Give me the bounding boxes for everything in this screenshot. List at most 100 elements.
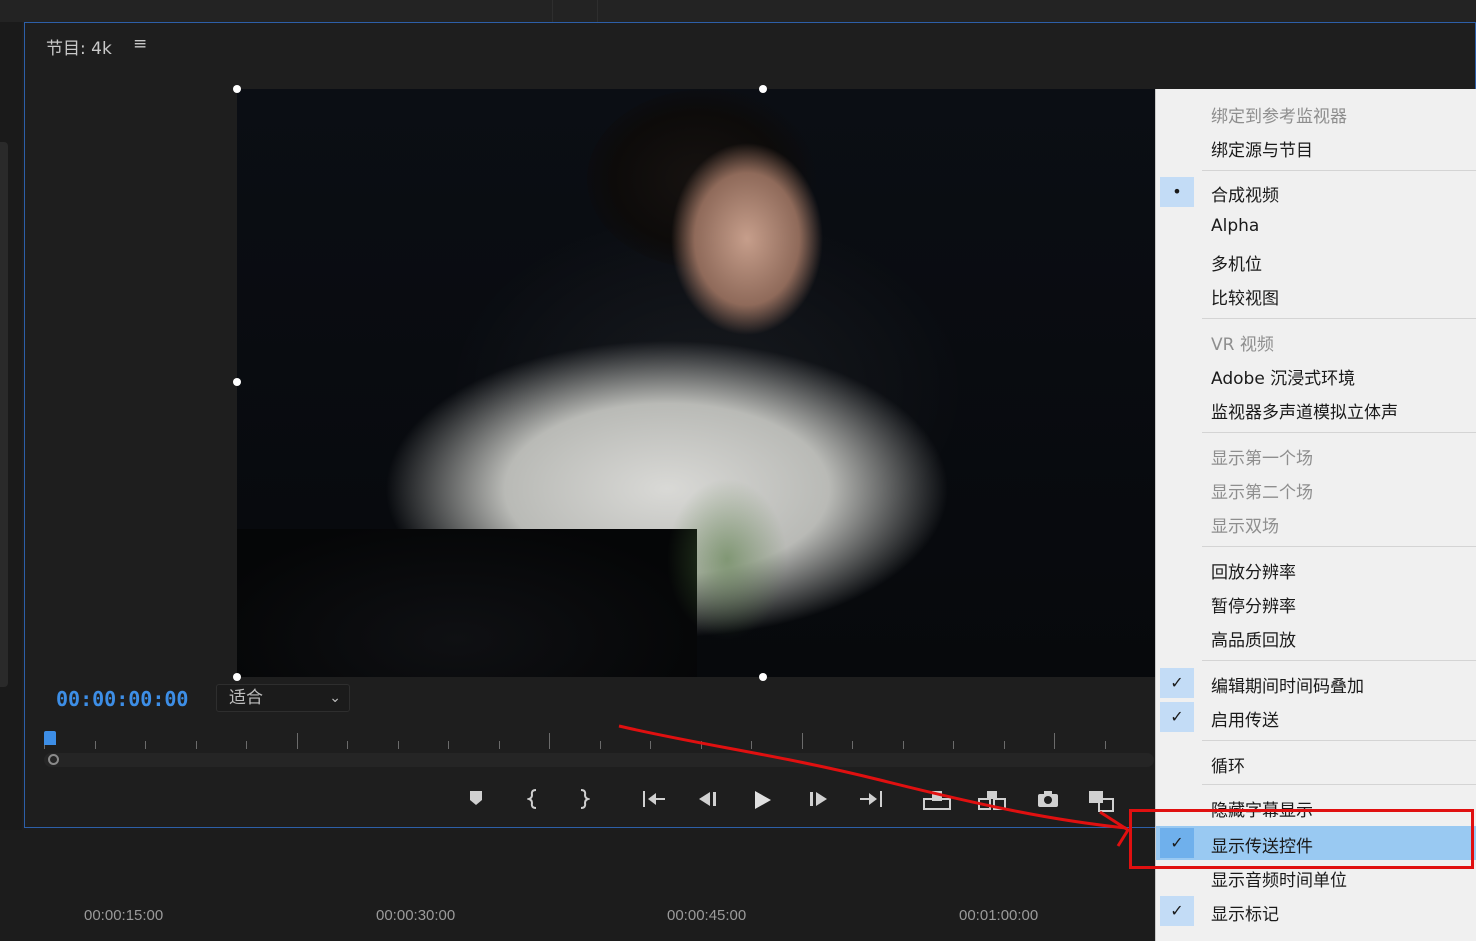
transform-handle[interactable] xyxy=(233,378,241,386)
menu-item-label: 合成视频 xyxy=(1211,186,1279,206)
panel-title[interactable]: 节目: 4k xyxy=(46,34,112,59)
ruler-tick xyxy=(498,741,500,749)
panel-resize-handle[interactable] xyxy=(0,142,8,687)
playhead-timecode[interactable]: 00:00:00:00 xyxy=(56,687,188,711)
menu-item[interactable]: Adobe 沉浸式环境 xyxy=(1156,358,1476,392)
mark-in-button[interactable] xyxy=(519,785,549,813)
menu-item[interactable]: • 合成视频 xyxy=(1156,175,1476,209)
menu-item: VR 视频 xyxy=(1156,324,1476,358)
comparison-view-button[interactable] xyxy=(1087,785,1117,813)
ruler-tick xyxy=(549,733,550,749)
menu-separator xyxy=(1202,740,1476,741)
mark-out-button[interactable] xyxy=(568,785,598,813)
video-content xyxy=(632,104,832,364)
checkmark-icon: ✓ xyxy=(1160,668,1194,698)
go-to-in-icon xyxy=(643,791,665,807)
menu-item[interactable]: 回放分辨率 xyxy=(1156,552,1476,586)
transform-handle[interactable] xyxy=(759,673,767,681)
menu-item[interactable]: 绑定源与节目 xyxy=(1156,130,1476,164)
top-strip-segment xyxy=(553,0,598,22)
zoom-fit-select[interactable]: 适合 ⌄ xyxy=(216,684,350,712)
menu-separator xyxy=(1202,170,1476,171)
menu-item-label: 绑定到参考监视器 xyxy=(1211,107,1347,127)
menu-item-label: Alpha xyxy=(1211,216,1260,236)
menu-item: 显示第一个场 xyxy=(1156,438,1476,472)
playhead-marker[interactable] xyxy=(44,731,56,745)
ruler-tick xyxy=(902,741,904,749)
extract-button[interactable] xyxy=(977,785,1007,813)
menu-item-label: 绑定源与节目 xyxy=(1211,141,1313,161)
menu-item[interactable]: 监视器多声道模拟立体声 xyxy=(1156,392,1476,426)
menu-item[interactable]: 高品质回放 xyxy=(1156,620,1476,654)
step-forward-button[interactable] xyxy=(803,785,833,813)
menu-item[interactable]: ✓ 启用传送 xyxy=(1156,700,1476,734)
video-frame[interactable] xyxy=(237,89,1157,677)
ruler-tick xyxy=(599,741,601,749)
play-button[interactable] xyxy=(747,785,777,813)
extract-icon xyxy=(978,791,1006,810)
zoom-fit-label: 适合 xyxy=(229,688,263,708)
menu-item[interactable]: 多机位 xyxy=(1156,244,1476,278)
menu-separator xyxy=(1202,546,1476,547)
menu-item[interactable]: 循环 xyxy=(1156,746,1476,780)
menu-item: 显示双场 xyxy=(1156,506,1476,540)
camera-icon xyxy=(1038,791,1058,807)
menu-item[interactable]: ✓ 显示标记 xyxy=(1156,894,1476,928)
menu-item[interactable]: Alpha xyxy=(1156,210,1476,244)
menu-item: 绑定到参考监视器 xyxy=(1156,96,1476,130)
menu-separator xyxy=(1202,660,1476,661)
lift-icon xyxy=(923,791,951,810)
menu-item-label: 显示音频时间单位 xyxy=(1211,871,1347,891)
go-to-out-button[interactable] xyxy=(856,785,886,813)
ruler-tick xyxy=(448,741,449,749)
go-to-out-icon xyxy=(860,791,882,807)
menu-separator xyxy=(1202,318,1476,319)
step-back-icon xyxy=(699,792,716,806)
timeline-label: 00:00:45:00 xyxy=(667,907,747,924)
menu-separator xyxy=(1202,784,1476,785)
ruler-tick xyxy=(1003,741,1005,749)
menu-item-label: 启用传送 xyxy=(1211,711,1279,731)
lift-button[interactable] xyxy=(922,785,952,813)
transform-handle[interactable] xyxy=(759,85,767,93)
menu-item-label: 比较视图 xyxy=(1211,289,1279,309)
timeline-label: 00:01:00:00 xyxy=(959,907,1039,924)
add-marker-button[interactable] xyxy=(461,785,491,813)
chevron-down-icon: ⌄ xyxy=(329,690,341,706)
menu-separator xyxy=(1202,432,1476,433)
menu-item-label: 高品质回放 xyxy=(1211,631,1296,651)
panel-menu-icon[interactable]: ≡ xyxy=(133,34,147,54)
menu-item[interactable]: 比较视图 xyxy=(1156,278,1476,312)
menu-item-label: 显示双场 xyxy=(1211,517,1279,537)
menu-item-label: 回放分辨率 xyxy=(1211,563,1296,583)
menu-item[interactable]: 暂停分辨率 xyxy=(1156,586,1476,620)
menu-item[interactable]: ✓ 编辑期间时间码叠加 xyxy=(1156,666,1476,700)
go-to-in-button[interactable] xyxy=(639,785,669,813)
ruler-tick xyxy=(1104,741,1106,749)
checkmark-icon: ✓ xyxy=(1160,702,1194,732)
ruler-tick xyxy=(801,733,803,749)
comparison-view-icon xyxy=(1089,791,1114,812)
ruler-tick xyxy=(1054,733,1055,749)
ruler-tick xyxy=(650,741,651,749)
ruler-tick xyxy=(700,741,702,749)
zoom-scrollbar[interactable] xyxy=(44,753,1154,767)
radio-dot-icon: • xyxy=(1160,177,1194,207)
transform-handle[interactable] xyxy=(233,673,241,681)
menu-item-label: 循环 xyxy=(1211,757,1245,777)
scrollbar-handle[interactable] xyxy=(48,754,59,765)
mark-out-icon xyxy=(580,789,590,809)
step-back-button[interactable] xyxy=(693,785,723,813)
ruler-tick xyxy=(145,741,146,749)
video-content xyxy=(657,469,797,649)
menu-item-label: 暂停分辨率 xyxy=(1211,597,1296,617)
time-ruler[interactable] xyxy=(44,731,1156,753)
ruler-tick xyxy=(296,733,298,749)
transform-handle[interactable] xyxy=(233,85,241,93)
menu-item-label: 编辑期间时间码叠加 xyxy=(1211,677,1364,697)
play-icon xyxy=(755,791,771,809)
ruler-tick xyxy=(953,741,954,749)
ruler-tick xyxy=(852,741,853,749)
export-frame-button[interactable] xyxy=(1033,785,1063,813)
video-content xyxy=(237,529,697,677)
